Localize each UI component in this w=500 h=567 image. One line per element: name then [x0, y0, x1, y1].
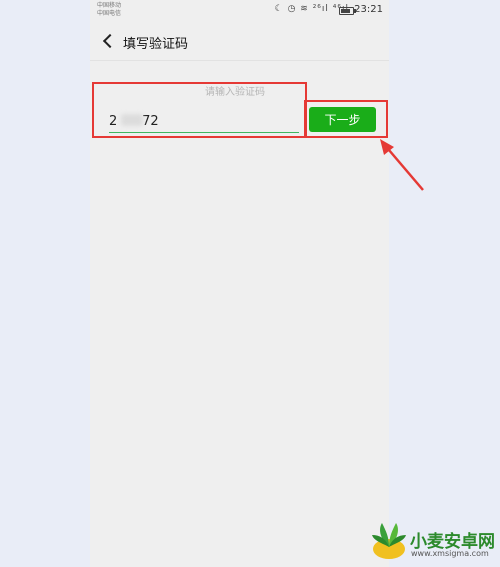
back-arrow-icon[interactable]	[100, 32, 118, 50]
watermark-url: www.xmsigma.com	[411, 549, 489, 558]
page-title: 填写验证码	[123, 37, 189, 52]
battery-icon	[339, 7, 356, 15]
carrier-label-2: 中国电信	[97, 10, 122, 17]
highlight-box-input	[92, 82, 307, 138]
site-watermark: 小麦安卓网 www.xmsigma.com	[370, 519, 500, 567]
carrier-label-1: 中国移动	[97, 2, 122, 9]
leaf-logo-icon	[372, 523, 406, 559]
highlight-box-button	[304, 100, 388, 138]
status-bar: 中国移动 中国电信 ☾ ◷ ≋ ²⁶ıl ⁴⁶ıl 23:21	[90, 0, 389, 20]
status-time: 23:21	[354, 4, 383, 15]
status-icons: ☾ ◷ ≋ ²⁶ıl ⁴⁶ıl	[274, 4, 349, 14]
nav-bar: 填写验证码	[90, 24, 389, 61]
